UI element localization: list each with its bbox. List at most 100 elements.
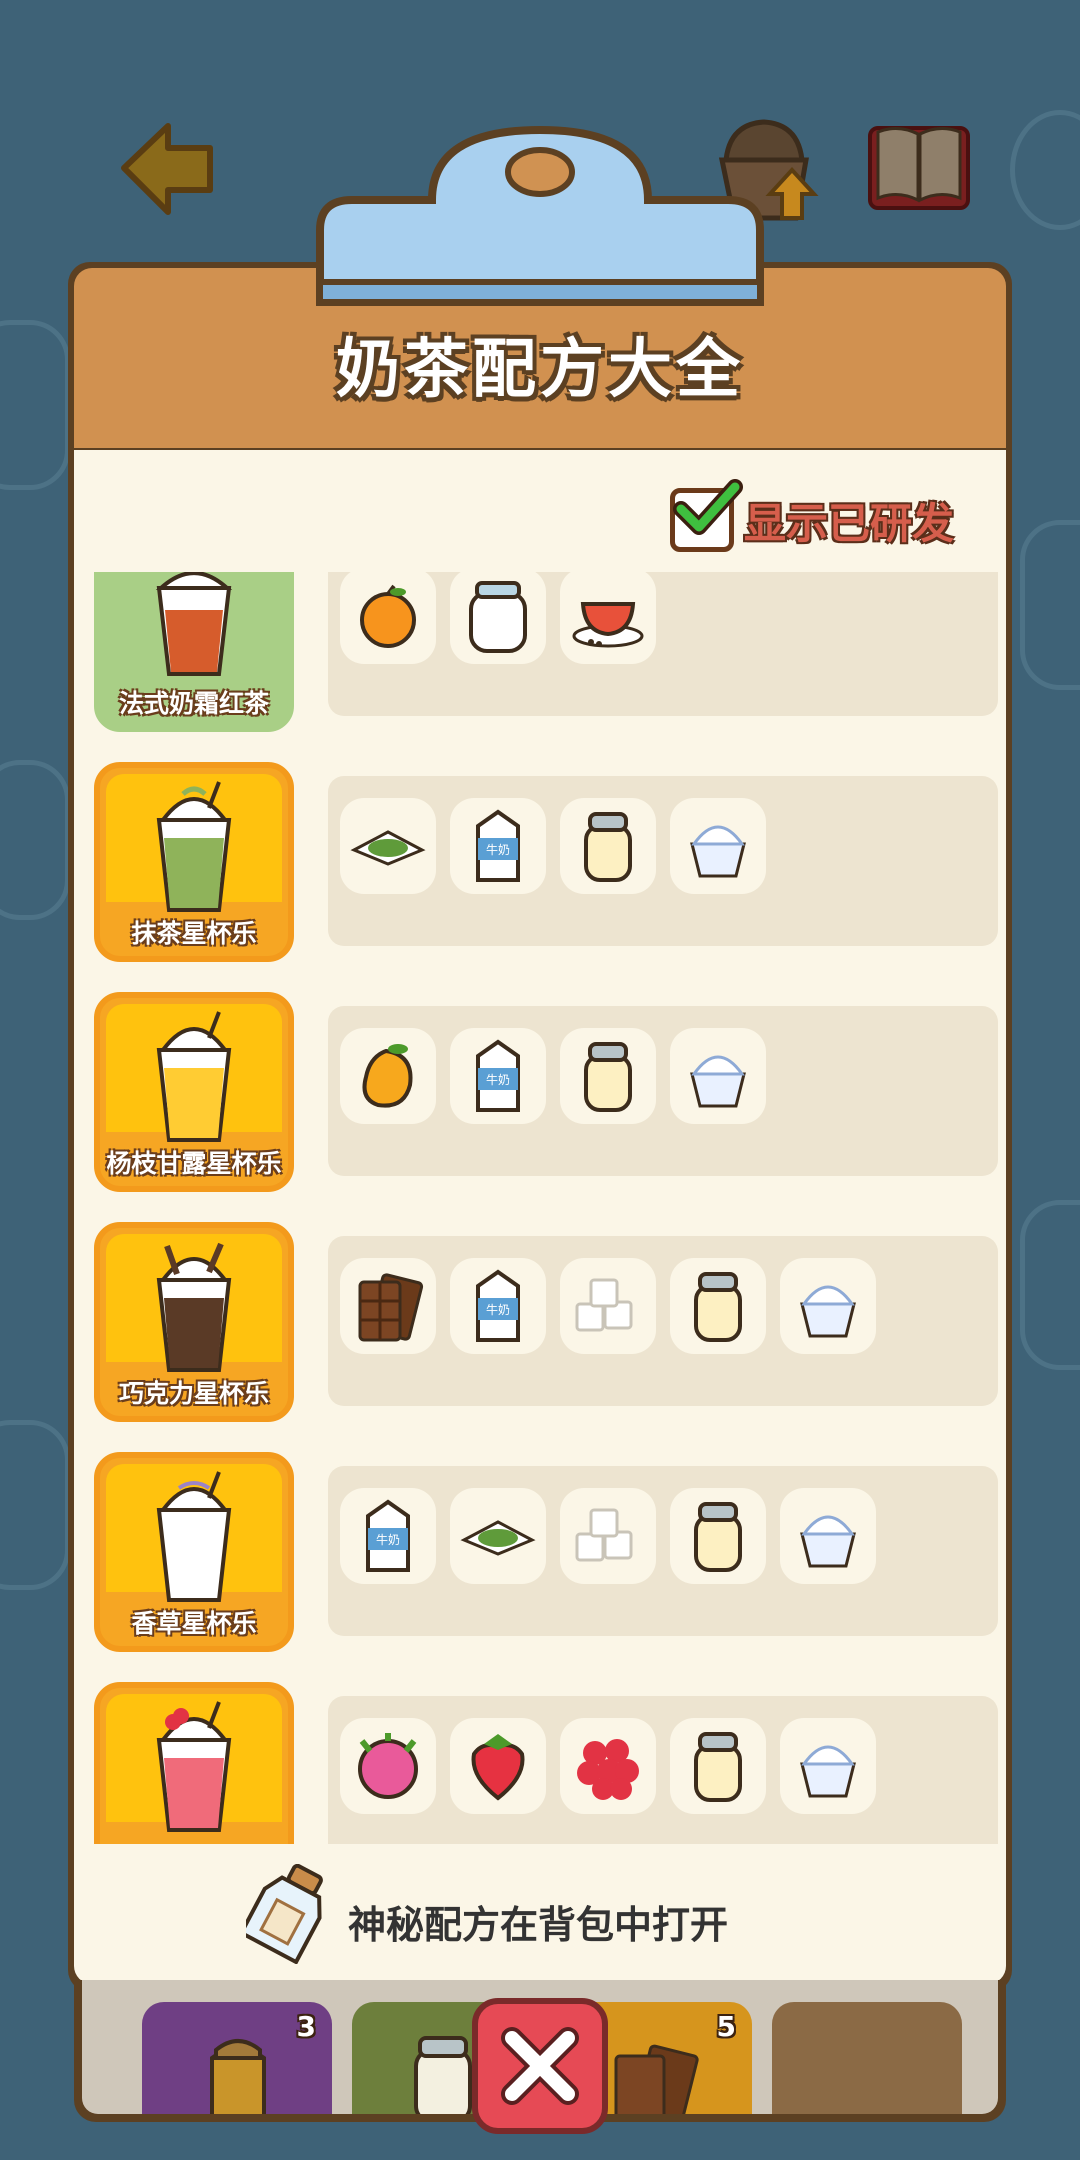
recipe-card[interactable]: 法式奶霜红茶: [94, 572, 294, 732]
vanilla-cup-icon: [156, 1471, 232, 1602]
background-doodle: [1020, 520, 1080, 690]
ingredient-slot: [670, 1488, 766, 1584]
close-button[interactable]: [472, 1998, 608, 2134]
recipe-card[interactable]: 香草星杯乐: [94, 1452, 294, 1652]
ice-cream-icon: [800, 1515, 856, 1568]
recipe-name: 法式奶霜红茶: [118, 689, 269, 718]
ingredient-slot: [450, 1718, 546, 1814]
dragon-fruit-icon: [358, 1733, 418, 1799]
recipe-row[interactable]: 杨枝甘露星杯乐 牛奶: [74, 992, 1006, 1192]
red-tea-cup-icon: [155, 572, 233, 676]
svg-text:牛奶: 牛奶: [486, 1302, 510, 1317]
background-doodle: [1020, 1200, 1080, 1370]
hint-text: 神秘配方在背包中打开: [348, 1903, 729, 1947]
tea-cup-icon: [572, 602, 644, 648]
milk-carton-icon: 牛奶: [366, 1499, 410, 1572]
jar-icon: [469, 581, 527, 653]
raspberry-icon: [577, 1739, 639, 1800]
ingredient-slot: [340, 1718, 436, 1814]
back-arrow-icon: [121, 123, 213, 215]
sugar-cubes-icon: [575, 1278, 633, 1332]
recipe-row[interactable]: 抹茶星杯乐 牛奶: [74, 762, 1006, 962]
milk-carton-icon: 牛奶: [476, 1039, 520, 1112]
ingredient-slot: [780, 1718, 876, 1814]
milk-carton-icon: 牛奶: [476, 1269, 520, 1342]
condensed-milk-jar-icon: [584, 1042, 632, 1112]
clipboard-clip-icon: [316, 125, 764, 306]
inventory-slot[interactable]: 3: [142, 2002, 332, 2114]
svg-text:牛奶: 牛奶: [376, 1532, 400, 1547]
book-icon: [868, 126, 970, 210]
checkbox[interactable]: [669, 479, 743, 552]
item-count: 3: [296, 2010, 316, 2043]
ingredient-strip: [328, 1696, 998, 1844]
item-count: 5: [716, 2010, 736, 2043]
chocolate-cup-icon: [156, 1242, 232, 1372]
recipe-list[interactable]: 法式奶霜红茶 抹茶星杯乐 牛奶 杨枝甘露星杯乐 牛奶 巧克力星杯乐 牛奶 香草星…: [74, 572, 1006, 1844]
recipe-card[interactable]: [94, 1682, 294, 1844]
ingredient-slot: [780, 1258, 876, 1354]
background-doodle: [0, 320, 70, 490]
ingredient-slot: [670, 1028, 766, 1124]
ingredient-slot: [340, 1028, 436, 1124]
ingredient-slot: [780, 1488, 876, 1584]
ingredient-strip: 牛奶: [328, 1466, 998, 1636]
mystery-recipe-hint: 神秘配方在背包中打开: [74, 1850, 1006, 1970]
chocolate-bar-icon: [614, 2044, 699, 2114]
ingredient-strip: [328, 572, 998, 716]
ingredient-slot: [670, 1258, 766, 1354]
jar-icon: [414, 2036, 472, 2114]
condensed-milk-jar-icon: [584, 812, 632, 882]
ingredient-slot: [340, 572, 436, 664]
ice-cream-icon: [800, 1285, 856, 1338]
ingredient-slot: [450, 572, 546, 664]
ice-cream-icon: [690, 825, 746, 878]
ingredient-slot: [560, 798, 656, 894]
orange-icon: [360, 584, 416, 648]
recipe-card[interactable]: 杨枝甘露星杯乐: [94, 992, 294, 1192]
recipe-card[interactable]: 巧克力星杯乐: [94, 1222, 294, 1422]
panel-body: 显示已研发 法式奶霜红茶 抹茶星杯乐 牛奶 杨枝甘露星杯乐 牛奶 巧克力星杯乐 …: [74, 450, 1006, 1984]
inventory-slot[interactable]: [772, 2002, 962, 2114]
close-icon: [501, 2027, 579, 2105]
condensed-milk-jar-icon: [694, 1272, 742, 1342]
panel-title: 奶茶配方大全: [336, 333, 744, 407]
ingredient-strip: 牛奶: [328, 1236, 998, 1406]
recipe-row[interactable]: 法式奶霜红茶: [74, 572, 1006, 732]
strawberry-cup-icon: [156, 1701, 232, 1832]
ingredient-slot: [560, 1488, 656, 1584]
recipe-row[interactable]: [74, 1682, 1006, 1844]
recipe-book-button[interactable]: [866, 120, 972, 212]
recipe-name: 抹茶星杯乐: [131, 919, 257, 948]
ice-cream-icon: [800, 1745, 856, 1798]
background-doodle: [0, 760, 70, 920]
back-button[interactable]: [118, 118, 216, 218]
ingredient-slot: [560, 1258, 656, 1354]
matcha-powder-icon: [350, 830, 426, 866]
mango-icon: [362, 1044, 413, 1108]
ingredient-slot: [340, 798, 436, 894]
ingredient-slot: 牛奶: [450, 1028, 546, 1124]
recipe-row[interactable]: 香草星杯乐 牛奶: [74, 1452, 1006, 1652]
recipe-name: 杨枝甘露星杯乐: [106, 1149, 282, 1178]
recipe-row[interactable]: 巧克力星杯乐 牛奶: [74, 1222, 1006, 1422]
ingredient-slot: [670, 798, 766, 894]
checkmark-icon: [672, 479, 743, 535]
recipe-card[interactable]: 抹茶星杯乐: [94, 762, 294, 962]
ice-cream-icon: [690, 1055, 746, 1108]
show-developed-toggle[interactable]: 显示已研发: [669, 479, 954, 552]
ingredient-slot: [560, 572, 656, 664]
svg-text:牛奶: 牛奶: [486, 842, 510, 857]
ingredient-slot: 牛奶: [340, 1488, 436, 1584]
matcha-cup-icon: [156, 781, 232, 912]
ingredient-slot: [450, 1488, 546, 1584]
ingredient-slot: [340, 1258, 436, 1354]
condensed-milk-jar-icon: [694, 1732, 742, 1802]
chocolate-bar-icon: [358, 1273, 424, 1342]
message-bottle-icon: [246, 1864, 323, 1964]
ingredient-strip: 牛奶: [328, 776, 998, 946]
ingredient-slot: [560, 1718, 656, 1814]
ingredient-slot: [560, 1028, 656, 1124]
recipe-panel: 奶茶配方大全 显示已研发 法式奶霜红茶 抹茶星杯乐 牛奶 杨枝甘露星杯乐 牛奶 …: [68, 262, 1012, 1992]
background-doodle: [1010, 110, 1080, 230]
